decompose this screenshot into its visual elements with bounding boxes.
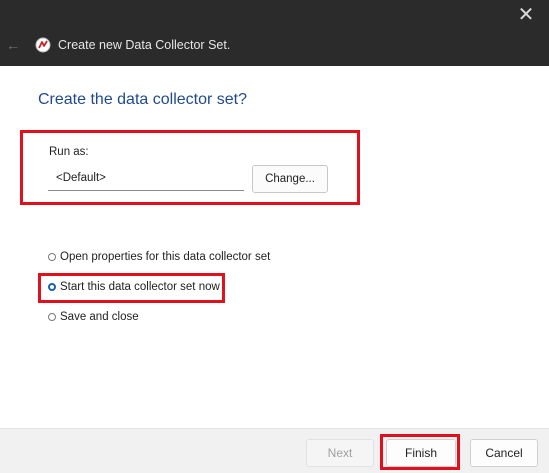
cancel-button[interactable]: Cancel [470,439,538,467]
radio-button[interactable] [48,253,56,261]
title-bar: ✕ ← Create new Data Collector Set. [0,0,549,66]
window-title: Create new Data Collector Set. [58,38,231,52]
footer-bar [0,428,549,473]
radio-label: Open properties for this data collector … [60,251,271,263]
highlight-run-as [20,130,360,205]
radio-button[interactable] [48,313,56,321]
radio-label: Save and close [60,311,139,323]
highlight-start-now [38,273,225,303]
back-arrow-icon[interactable]: ← [6,36,20,54]
next-button[interactable]: Next [306,439,374,467]
page-heading: Create the data collector set? [38,91,248,108]
highlight-finish [380,434,460,470]
close-icon[interactable]: ✕ [513,4,539,26]
performance-monitor-icon [35,37,51,53]
